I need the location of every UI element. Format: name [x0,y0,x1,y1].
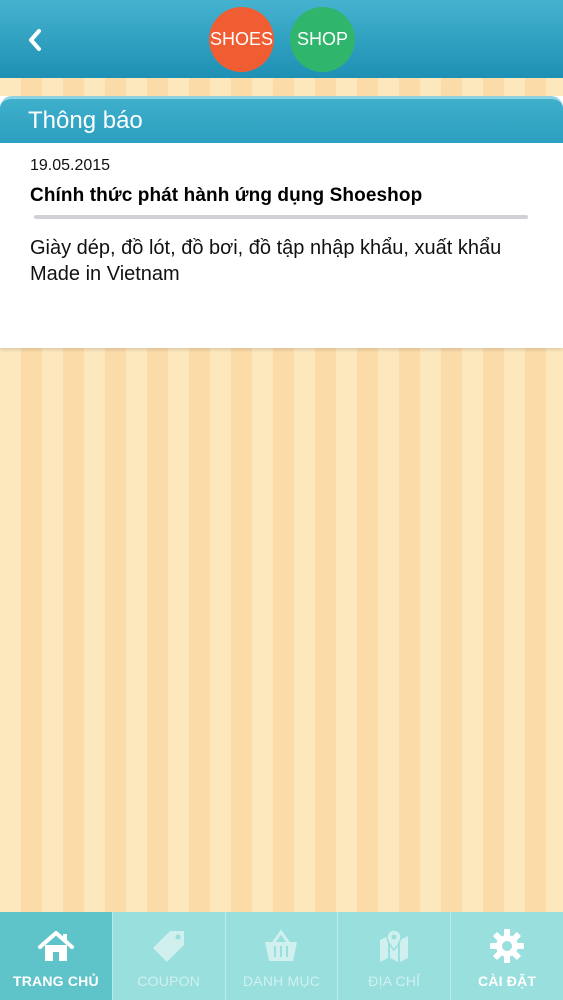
tab-categories[interactable]: DANH MỤC [226,912,339,1000]
tab-settings[interactable]: CÀI ĐẶT [451,912,563,1000]
notice-panel: Thông báo 19.05.2015 Chính thức phát hàn… [0,96,563,348]
tab-address[interactable]: ĐỊA CHỈ [338,912,452,1000]
home-icon [37,931,74,961]
basket-icon [265,929,298,961]
map-pin-icon [380,929,409,962]
notice-date: 19.05.2015 [30,157,111,174]
top-navigation-bar: SHOES SHOP [0,0,563,78]
tab-label: ĐỊA CHỈ [368,973,421,989]
divider [34,215,528,219]
notice-body: Giày dép, đồ lót, đồ bơi, đồ tập nhập kh… [30,235,530,287]
tab-label: DANH MỤC [242,973,321,989]
notice-body-line: Made in Vietnam [30,263,180,285]
notice-body-line: Giày dép, đồ lót, đồ bơi, đồ tập nhập kh… [30,237,502,259]
tab-label: COUPON [137,973,201,989]
gear-icon [490,929,525,963]
logo-shop-badge: SHOP [290,7,355,72]
tab-home[interactable]: TRANG CHỦ [0,912,113,1000]
tab-coupon[interactable]: COUPON [113,912,226,1000]
bottom-tab-bar: TRANG CHỦ COUPON DANH MỤC ĐỊA CHỈ CÀI ĐẶ… [0,912,563,1000]
tab-label: TRANG CHỦ [13,973,99,989]
section-title: Thông báo [0,96,563,143]
chevron-left-icon [29,29,41,51]
back-button[interactable] [18,22,54,58]
tag-icon [152,931,184,962]
tab-label: CÀI ĐẶT [477,973,537,989]
logo-shoes-badge: SHOES [209,7,274,72]
notice-title: Chính thức phát hành ứng dụng Shoeshop [30,185,423,206]
